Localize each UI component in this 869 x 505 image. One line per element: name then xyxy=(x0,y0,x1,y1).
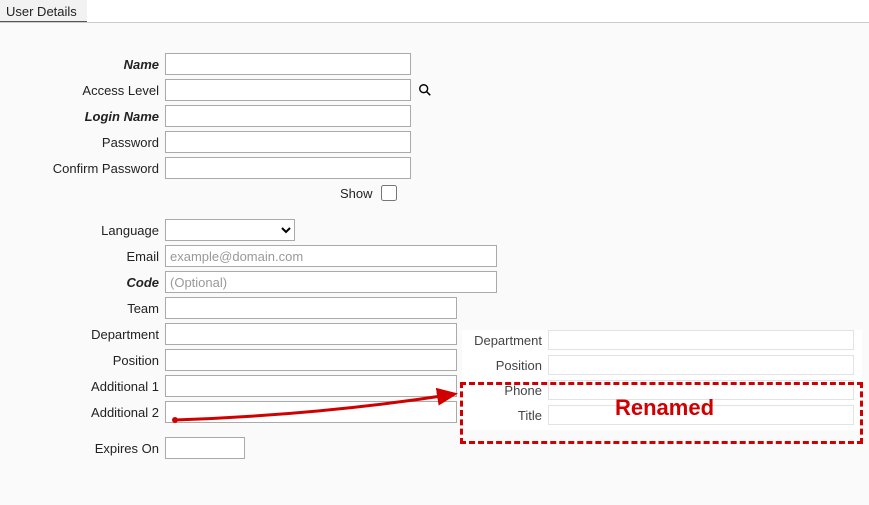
label-team: Team xyxy=(0,301,165,316)
show-password-checkbox[interactable] xyxy=(381,185,397,201)
tab-user-details[interactable]: User Details xyxy=(0,0,87,23)
overlay-department-input[interactable] xyxy=(548,330,854,350)
additional2-input[interactable] xyxy=(165,401,457,423)
expires-on-input[interactable] xyxy=(165,437,245,459)
overlay-title-input[interactable] xyxy=(548,405,854,425)
label-additional2: Additional 2 xyxy=(0,405,165,420)
label-language: Language xyxy=(0,223,165,238)
overlay-label-title: Title xyxy=(462,408,548,423)
department-input[interactable] xyxy=(165,323,457,345)
search-icon xyxy=(418,83,432,97)
team-input[interactable] xyxy=(165,297,457,319)
overlay-label-department: Department xyxy=(462,333,548,348)
label-expires-on: Expires On xyxy=(0,441,165,456)
label-position: Position xyxy=(0,353,165,368)
label-name: Name xyxy=(0,57,165,72)
password-input[interactable] xyxy=(165,131,411,153)
label-email: Email xyxy=(0,249,165,264)
confirm-password-input[interactable] xyxy=(165,157,411,179)
label-department: Department xyxy=(0,327,165,342)
login-name-input[interactable] xyxy=(165,105,411,127)
overlay-label-phone: Phone xyxy=(462,383,548,398)
access-level-search-button[interactable] xyxy=(415,80,435,100)
language-select[interactable] xyxy=(165,219,295,241)
label-confirm-password: Confirm Password xyxy=(0,161,165,176)
code-input[interactable] xyxy=(165,271,497,293)
tab-label: User Details xyxy=(6,4,77,19)
overlay-phone-input[interactable] xyxy=(548,380,854,400)
overlay-position-input[interactable] xyxy=(548,355,854,375)
label-password: Password xyxy=(0,135,165,150)
email-input[interactable] xyxy=(165,245,497,267)
additional1-input[interactable] xyxy=(165,375,457,397)
label-login-name: Login Name xyxy=(0,109,165,124)
user-details-panel: Name Access Level Login Name Password Co… xyxy=(0,22,869,505)
overlay-label-position: Position xyxy=(462,358,548,373)
renamed-fields-overlay: Department Position Phone Title xyxy=(462,330,862,430)
label-code: Code xyxy=(0,275,165,290)
position-input[interactable] xyxy=(165,349,457,371)
access-level-input[interactable] xyxy=(165,79,411,101)
label-show: Show xyxy=(340,186,373,201)
label-additional1: Additional 1 xyxy=(0,379,165,394)
name-input[interactable] xyxy=(165,53,411,75)
label-access-level: Access Level xyxy=(0,83,165,98)
